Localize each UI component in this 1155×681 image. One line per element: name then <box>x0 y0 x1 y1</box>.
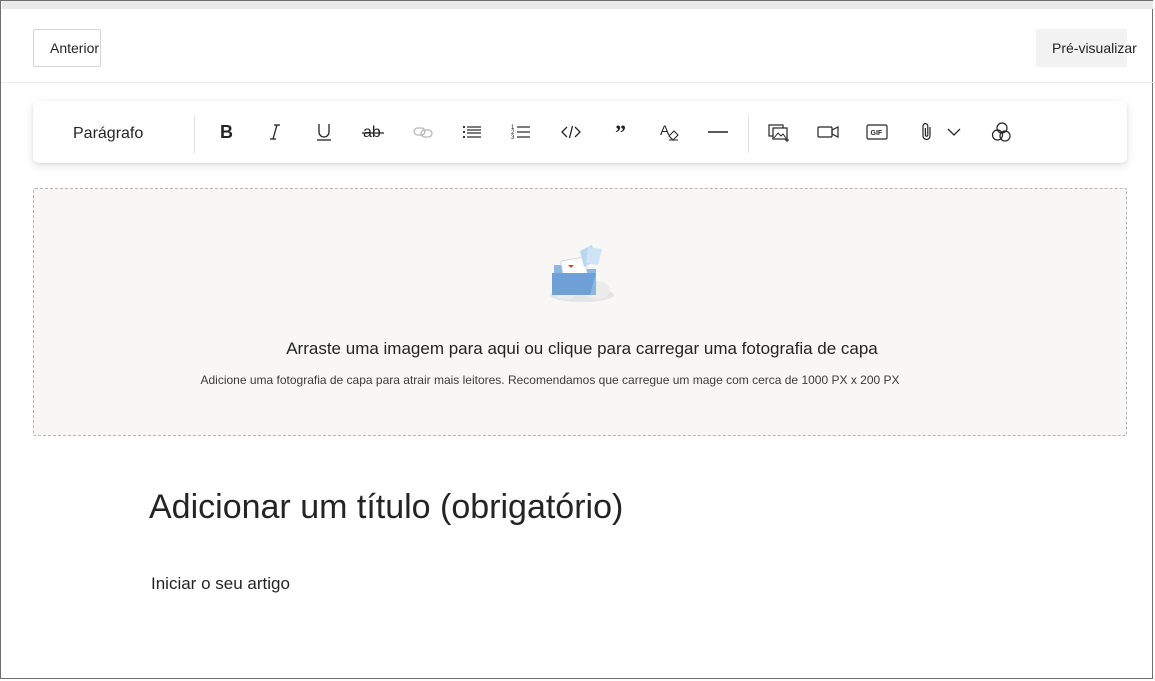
image-icon <box>768 124 789 142</box>
attachment-button[interactable] <box>912 117 942 147</box>
svg-text:B: B <box>220 122 233 142</box>
attachment-icon <box>922 123 931 141</box>
clear-formatting-button[interactable]: A <box>654 117 684 147</box>
gif-icon: GIF <box>866 124 888 140</box>
link-button[interactable] <box>408 117 438 147</box>
bold-icon: B <box>220 122 233 142</box>
svg-text:”: ” <box>615 122 626 142</box>
more-button[interactable] <box>986 117 1016 147</box>
svg-text:A: A <box>660 122 670 138</box>
chevron-down-icon <box>947 128 961 136</box>
italic-icon <box>270 124 280 140</box>
horizontal-rule-button[interactable] <box>703 117 733 147</box>
link-icon <box>413 127 433 138</box>
bulleted-list-button[interactable] <box>457 117 487 147</box>
numbered-list-icon: 123 <box>511 125 530 141</box>
attachment-dropdown-button[interactable] <box>939 117 969 147</box>
gif-button[interactable]: GIF <box>862 117 892 147</box>
code-button[interactable] <box>556 117 586 147</box>
formatting-toolbar: Parágrafo B ab 123 ” A GIF <box>33 101 1127 163</box>
toolbar-separator <box>194 115 195 153</box>
cover-photo-dropzone[interactable]: Arraste uma imagem para aqui ou clique p… <box>33 188 1127 436</box>
quote-button[interactable]: ” <box>605 117 635 147</box>
clear-formatting-icon: A <box>660 122 679 141</box>
image-button[interactable] <box>764 117 794 147</box>
dropzone-main-text: Arraste uma imagem para aqui ou clique p… <box>286 339 878 358</box>
article-body-input[interactable]: Iniciar o seu artigo <box>151 574 290 594</box>
svg-text:GIF: GIF <box>871 130 883 137</box>
underline-button[interactable] <box>309 117 339 147</box>
svg-text:3: 3 <box>511 135 515 141</box>
article-title-input[interactable]: Adicionar um título (obrigatório) <box>149 488 623 527</box>
header-divider <box>2 82 1153 83</box>
underline-icon <box>317 124 331 141</box>
horizontal-rule-icon <box>708 131 728 133</box>
top-strip <box>2 1 1153 9</box>
dropzone-hint-text: Adicione uma fotografia de capa para atr… <box>200 373 900 387</box>
bulleted-list-icon <box>462 125 481 139</box>
strikethrough-icon: ab <box>362 124 384 141</box>
quote-icon: ” <box>615 122 626 142</box>
bold-button[interactable]: B <box>211 117 241 147</box>
editor-window: Anterior Pré-visualizar Parágrafo B ab 1… <box>0 0 1153 679</box>
numbered-list-button[interactable]: 123 <box>506 117 536 147</box>
preview-button[interactable]: Pré-visualizar <box>1036 29 1137 67</box>
folder-cloud-illustration <box>550 245 614 302</box>
strikethrough-button[interactable]: ab <box>358 117 388 147</box>
code-icon <box>561 125 581 139</box>
paragraph-style-select[interactable]: Parágrafo <box>73 125 143 143</box>
italic-button[interactable] <box>260 117 290 147</box>
more-icon <box>991 122 1011 142</box>
video-icon <box>817 126 839 138</box>
video-button[interactable] <box>813 117 843 147</box>
previous-button[interactable]: Anterior <box>33 29 101 67</box>
toolbar-separator <box>748 115 749 153</box>
